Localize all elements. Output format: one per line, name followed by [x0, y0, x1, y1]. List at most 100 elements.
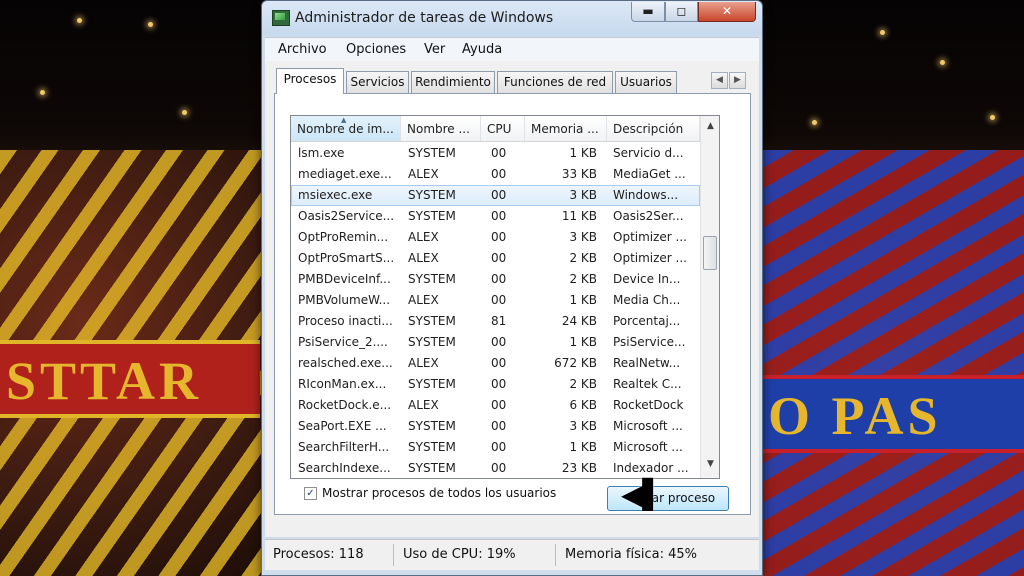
mouse-cursor-icon: ◀▌	[621, 478, 665, 511]
table-row[interactable]: Oasis2Service... SYSTEM 00 11 KB Oasis2Ser..…	[291, 206, 700, 227]
show-all-users-checkbox[interactable]: ✓	[304, 487, 317, 500]
table-row[interactable]: RIconMan.ex... SYSTEM 00 2 KB Realtek C...	[291, 374, 700, 395]
cell-user-name: SYSTEM	[408, 335, 456, 349]
cell-image-name: PsiService_2....	[298, 335, 388, 349]
table-row[interactable]: mediaget.exe... ALEX 00 33 KB MediaGet ...	[291, 164, 700, 185]
vertical-scrollbar[interactable]: ▲ ▼	[700, 116, 719, 478]
table-row[interactable]: PMBDeviceInf... SYSTEM 00 2 KB Device In...	[291, 269, 700, 290]
cell-cpu: 00	[491, 230, 507, 244]
menu-bar: Archivo Opciones Ver Ayuda	[265, 37, 759, 62]
cell-description: Device In...	[613, 272, 681, 286]
column-memory[interactable]: Memoria ...	[525, 116, 607, 141]
cell-image-name: mediaget.exe...	[298, 167, 392, 181]
column-user-name[interactable]: Nombre ...	[401, 116, 481, 141]
cell-cpu: 00	[491, 440, 507, 454]
scroll-thumb[interactable]	[703, 236, 717, 270]
cell-memory: 672 KB	[554, 356, 597, 370]
cell-cpu: 00	[491, 209, 507, 223]
tab-servicios[interactable]: Servicios	[346, 71, 409, 93]
cell-cpu: 00	[491, 146, 507, 160]
column-description[interactable]: Descripción	[607, 116, 700, 141]
cell-image-name: realsched.exe...	[298, 356, 393, 370]
cell-cpu: 81	[491, 314, 507, 328]
cell-description: Media Ch...	[613, 293, 681, 307]
cell-cpu: 00	[491, 293, 507, 307]
cell-description: Microsoft ...	[613, 440, 683, 454]
close-button[interactable]: ✕	[698, 2, 756, 22]
table-row[interactable]: SeaPort.EXE ... SYSTEM 00 3 KB Microsoft ...	[291, 416, 700, 437]
table-row[interactable]: PsiService_2.... SYSTEM 00 1 KB PsiService..…	[291, 332, 700, 353]
table-row[interactable]: Proceso inacti... SYSTEM 81 24 KB Porcentaj.…	[291, 311, 700, 332]
minimize-button[interactable]: ▬	[631, 2, 665, 22]
status-bar: Procesos: 118 Uso de CPU: 19% Memoria fí…	[265, 539, 759, 570]
cell-image-name: OptProRemin...	[298, 230, 389, 244]
crowd-right	[762, 150, 1024, 576]
tab-usuarios[interactable]: Usuarios	[615, 71, 677, 93]
cell-user-name: SYSTEM	[408, 146, 456, 160]
cell-user-name: ALEX	[408, 167, 439, 181]
cell-cpu: 00	[491, 356, 507, 370]
cell-user-name: SYSTEM	[408, 461, 456, 475]
cell-cpu: 00	[491, 398, 507, 412]
scroll-down-icon[interactable]: ▼	[701, 456, 719, 473]
menu-ayuda[interactable]: Ayuda	[462, 42, 502, 57]
cell-memory: 1 KB	[569, 293, 597, 307]
table-row[interactable]: SearchIndexe... SYSTEM 00 23 KB Indexador ..…	[291, 458, 700, 478]
status-processes: Procesos: 118	[273, 547, 364, 562]
cell-memory: 2 KB	[569, 272, 597, 286]
cell-image-name: SearchIndexe...	[298, 461, 391, 475]
cell-cpu: 00	[491, 335, 507, 349]
table-row[interactable]: PMBVolumeW... ALEX 00 1 KB Media Ch...	[291, 290, 700, 311]
column-cpu[interactable]: CPU	[481, 116, 525, 141]
table-row[interactable]: OptProSmartS... ALEX 00 2 KB Optimizer ...	[291, 248, 700, 269]
cell-memory: 2 KB	[569, 251, 597, 265]
cell-description: Realtek C...	[613, 377, 682, 391]
table-row[interactable]: msiexec.exe SYSTEM 00 3 KB Windows...	[291, 185, 700, 206]
stadium-light	[990, 115, 995, 120]
cell-description: Optimizer ...	[613, 251, 687, 265]
cell-image-name: lsm.exe	[298, 146, 345, 160]
process-list[interactable]: ▲ Nombre de im... Nombre ... CPU Memoria…	[290, 115, 720, 479]
cell-image-name: PMBVolumeW...	[298, 293, 391, 307]
scroll-up-icon[interactable]: ▲	[701, 118, 719, 135]
table-row[interactable]: OptProRemin... ALEX 00 3 KB Optimizer ...	[291, 227, 700, 248]
status-divider	[393, 544, 394, 566]
task-manager-icon	[272, 10, 290, 26]
table-row[interactable]: RocketDock.e... ALEX 00 6 KB RocketDock	[291, 395, 700, 416]
cell-user-name: ALEX	[408, 230, 439, 244]
table-row[interactable]: realsched.exe... ALEX 00 672 KB RealNetw...	[291, 353, 700, 374]
cell-description: Oasis2Ser...	[613, 209, 684, 223]
client-area: Procesos Servicios Rendimiento Funciones…	[265, 61, 759, 537]
title-bar[interactable]: Administrador de tareas de Windows ▬ ◻ ✕	[262, 1, 762, 35]
cell-user-name: SYSTEM	[408, 377, 456, 391]
cell-description: RocketDock	[613, 398, 684, 412]
tab-procesos[interactable]: Procesos	[276, 68, 344, 94]
cell-memory: 33 KB	[561, 167, 597, 181]
tab-funciones-de-red[interactable]: Funciones de red	[497, 71, 613, 93]
cell-description: Indexador ...	[613, 461, 689, 475]
cell-memory: 11 KB	[561, 209, 597, 223]
cell-image-name: SearchFilterH...	[298, 440, 390, 454]
cell-image-name: Oasis2Service...	[298, 209, 395, 223]
cell-description: MediaGet ...	[613, 167, 686, 181]
cell-image-name: PMBDeviceInf...	[298, 272, 391, 286]
table-row[interactable]: lsm.exe SYSTEM 00 1 KB Servicio d...	[291, 143, 700, 164]
cell-user-name: SYSTEM	[408, 314, 456, 328]
cell-image-name: msiexec.exe	[298, 188, 373, 202]
cell-image-name: RIconMan.ex...	[298, 377, 387, 391]
menu-opciones[interactable]: Opciones	[346, 42, 406, 57]
cell-memory: 3 KB	[569, 230, 597, 244]
cell-memory: 3 KB	[569, 188, 597, 202]
stadium-light	[940, 60, 945, 65]
tab-scroll-left-icon[interactable]: ◀	[711, 72, 728, 89]
tab-rendimiento[interactable]: Rendimiento	[411, 71, 495, 93]
maximize-button[interactable]: ◻	[665, 2, 698, 22]
tab-scroll-right-icon[interactable]: ▶	[729, 72, 746, 89]
table-row[interactable]: SearchFilterH... SYSTEM 00 1 KB Microsoft ..…	[291, 437, 700, 458]
menu-archivo[interactable]: Archivo	[278, 42, 327, 57]
menu-ver[interactable]: Ver	[424, 42, 445, 57]
cell-description: RealNetw...	[613, 356, 681, 370]
column-image-name[interactable]: ▲ Nombre de im...	[291, 116, 401, 141]
cell-user-name: ALEX	[408, 251, 439, 265]
cell-image-name: RocketDock.e...	[298, 398, 392, 412]
